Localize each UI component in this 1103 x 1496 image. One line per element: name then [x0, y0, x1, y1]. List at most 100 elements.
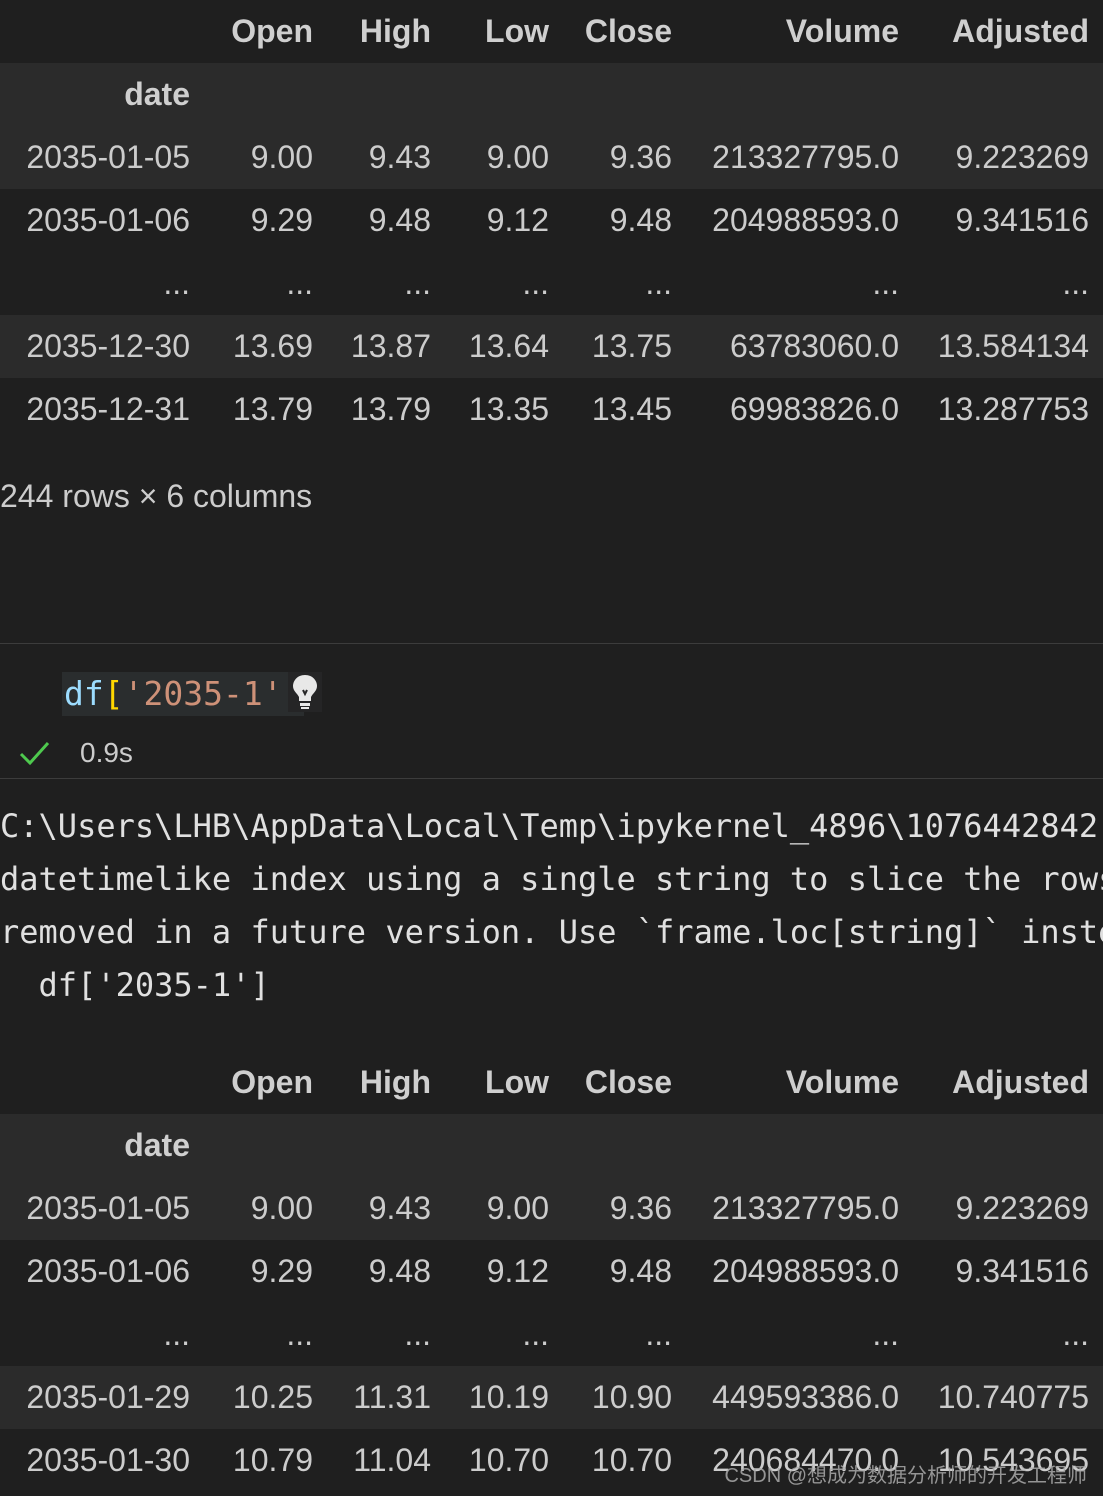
- column-header: Low: [485, 1064, 549, 1100]
- code-string: '2035-1': [123, 674, 283, 713]
- table-cell: 10.79: [232, 1442, 313, 1478]
- column-header: Close: [584, 13, 672, 49]
- column-header: Close: [584, 1064, 672, 1100]
- table-cell: 10.70: [468, 1442, 549, 1478]
- index-cell: 2035-01-05: [26, 1190, 190, 1226]
- table-cell: 13.75: [591, 328, 672, 364]
- check-icon: [19, 741, 50, 766]
- lightbulb-icon[interactable]: [288, 672, 322, 712]
- execution-time: 0.9s: [80, 737, 133, 768]
- code-bracket-open: [: [103, 674, 124, 713]
- table-cell: 213327795.0: [712, 139, 899, 175]
- table-cell: 9.48: [609, 202, 672, 238]
- table-cell: 13.35: [468, 391, 549, 427]
- ellipsis-cell: ...: [286, 265, 313, 301]
- table-cell: 63783060.0: [729, 328, 899, 364]
- table-cell: 10.19: [468, 1379, 549, 1415]
- table-cell: 13.45: [591, 391, 672, 427]
- ellipsis-cell: ...: [645, 1316, 672, 1352]
- table-cell: 9.48: [368, 1253, 431, 1289]
- ellipsis-cell: ...: [872, 1316, 899, 1352]
- table-cell: 9.12: [486, 1253, 549, 1289]
- ellipsis-cell: ...: [286, 1316, 313, 1352]
- ellipsis-cell: ...: [404, 265, 431, 301]
- header-blank: [0, 0, 190, 63]
- index-cell: 2035-01-05: [26, 139, 190, 175]
- table-cell: 204988593.0: [712, 1253, 899, 1289]
- table-cell: 9.00: [486, 1190, 549, 1226]
- warning-line: df['2035-1']: [0, 966, 270, 1004]
- table-cell: 9.48: [609, 1253, 672, 1289]
- code-input[interactable]: df['2035-1']: [62, 672, 305, 716]
- table-cell: 13.64: [468, 328, 549, 364]
- table-cell: 9.00: [250, 1190, 313, 1226]
- table-row: 2035-01-06 9.29 9.48 9.12 9.48 204988593…: [0, 1240, 1103, 1303]
- table-cell: 9.00: [250, 139, 313, 175]
- index-name: date: [124, 76, 190, 112]
- table-cell: 13.69: [232, 328, 313, 364]
- ellipsis-cell: ...: [872, 265, 899, 301]
- table-row: 2035-01-29 10.25 11.31 10.19 10.90 44959…: [0, 1366, 1103, 1429]
- column-header: Low: [485, 13, 549, 49]
- ellipsis-cell: ...: [522, 265, 549, 301]
- table-cell: 9.341516: [955, 1253, 1089, 1289]
- column-header: Volume: [785, 13, 899, 49]
- table-cell: 9.29: [250, 202, 313, 238]
- table-cell: 13.584134: [937, 328, 1089, 364]
- ellipsis-cell: ...: [522, 1316, 549, 1352]
- code-variable: df: [64, 674, 104, 713]
- column-header: Volume: [785, 1064, 899, 1100]
- table-row: 2035-12-30 13.69 13.87 13.64 13.75 63783…: [0, 315, 1103, 378]
- ellipsis-cell: ...: [163, 1316, 190, 1352]
- table-cell: 9.00: [486, 139, 549, 175]
- table-cell: 13.287753: [937, 391, 1089, 427]
- warning-line: removed in a future version. Use `frame.…: [0, 913, 1103, 951]
- table-cell: 9.43: [368, 139, 431, 175]
- table-cell: 9.36: [609, 139, 672, 175]
- column-header: Open: [231, 1064, 313, 1100]
- table-cell: 10.70: [591, 1442, 672, 1478]
- ellipsis-cell: ...: [1062, 265, 1089, 301]
- ellipsis-cell: ...: [1062, 1316, 1089, 1352]
- table-cell: 9.36: [609, 1190, 672, 1226]
- table-cell: 449593386.0: [712, 1379, 899, 1415]
- table-cell: 9.223269: [955, 1190, 1089, 1226]
- index-name-row: date: [0, 63, 1103, 126]
- column-header-row: Open High Low Close Volume Adjusted: [0, 0, 1103, 63]
- dataframe-table-2: Open High Low Close Volume Adjusted date…: [0, 1051, 1103, 1492]
- table-cell: 10.90: [591, 1379, 672, 1415]
- table-row: 2035-01-05 9.00 9.43 9.00 9.36 213327795…: [0, 126, 1103, 189]
- table-cell: 13.87: [350, 328, 431, 364]
- column-header: High: [359, 13, 431, 49]
- table-cell: 9.12: [486, 202, 549, 238]
- dataframe-shape: 244 rows × 6 columns: [0, 478, 313, 514]
- cell-divider: [0, 643, 1103, 644]
- column-header-row: Open High Low Close Volume Adjusted: [0, 1051, 1103, 1114]
- ellipsis-cell: ...: [163, 265, 190, 301]
- index-cell: 2035-01-30: [26, 1442, 190, 1478]
- watermark: CSDN @想成为数据分析师的开发工程师: [724, 1465, 1087, 1487]
- warning-output: C:\Users\LHB\AppData\Local\Temp\ipykerne…: [0, 800, 1103, 1012]
- table-cell: 9.223269: [955, 139, 1089, 175]
- index-name-row: date: [0, 1114, 1103, 1177]
- ellipsis-cell: ...: [645, 265, 672, 301]
- table-row: 2035-01-06 9.29 9.48 9.12 9.48 204988593…: [0, 189, 1103, 252]
- table-row: 2035-01-05 9.00 9.43 9.00 9.36 213327795…: [0, 1177, 1103, 1240]
- table-cell: 11.04: [353, 1442, 431, 1478]
- ellipsis-row: ... ... ... ... ... ... ...: [0, 1303, 1103, 1366]
- output-divider: [0, 778, 1103, 779]
- index-name: date: [124, 1127, 190, 1163]
- table-cell: 9.341516: [955, 202, 1089, 238]
- table-cell: 9.48: [368, 202, 431, 238]
- column-header: Adjusted: [952, 13, 1089, 49]
- index-cell: 2035-12-30: [26, 328, 190, 364]
- table-cell: 10.25: [232, 1379, 313, 1415]
- warning-line: datetimelike index using a single string…: [0, 860, 1103, 898]
- ellipsis-row: ... ... ... ... ... ... ...: [0, 252, 1103, 315]
- table-row: 2035-12-31 13.79 13.79 13.35 13.45 69983…: [0, 378, 1103, 441]
- index-cell: 2035-01-06: [26, 1253, 190, 1289]
- column-header: Open: [231, 13, 313, 49]
- table-cell: 204988593.0: [712, 202, 899, 238]
- table-cell: 13.79: [350, 391, 431, 427]
- header-blank: [0, 1051, 190, 1114]
